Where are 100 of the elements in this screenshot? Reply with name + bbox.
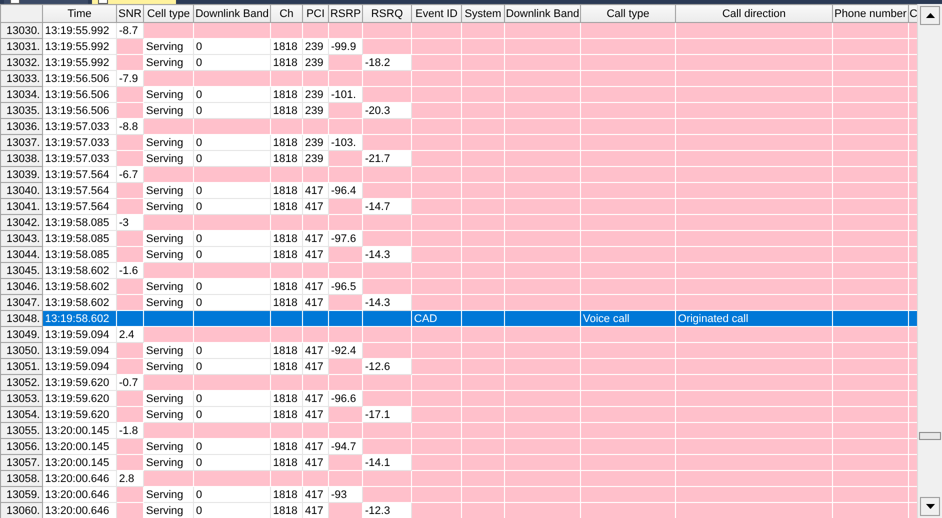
table-cell: 2.8: [116, 470, 144, 486]
table-cell: 13:19:58.085: [42, 214, 116, 230]
table-cell: 13:19:56.506: [42, 86, 116, 102]
table-cell: 1818: [270, 454, 302, 470]
table-row[interactable]: 13044. 13:19:58.085 Serving 0 1818 417 -14.3: [0, 246, 918, 262]
table-row[interactable]: 13047. 13:19:58.602 Serving 0 1818 417 -14.3: [0, 294, 918, 310]
table-cell: -12.3: [362, 502, 412, 518]
table-cell: Serving: [144, 86, 194, 102]
table-row[interactable]: 13046. 13:19:58.602 Serving 0 1818 417 -96.5: [0, 278, 918, 294]
column-header[interactable]: Phone number: [832, 4, 908, 22]
column-header[interactable]: System: [462, 4, 504, 22]
table-cell: -97.6: [328, 230, 362, 246]
table-cell: 13:20:00.646: [42, 502, 116, 518]
row-number: 13057.: [0, 454, 42, 470]
table-cell: 13:19:56.506: [42, 102, 116, 118]
table-cell: 1818: [270, 342, 302, 358]
table-cell: Serving: [144, 198, 194, 214]
table-cell: 1818: [270, 390, 302, 406]
row-number: 13033.: [0, 70, 42, 86]
table-cell: -14.7: [362, 198, 412, 214]
table-row[interactable]: 13042. 13:19:58.085 -3: [0, 214, 918, 230]
table-row[interactable]: 13033. 13:19:56.506 -7.9: [0, 70, 918, 86]
column-header[interactable]: Downlink Band: [194, 4, 270, 22]
table-row[interactable]: 13038. 13:19:57.033 Serving 0 1818 239 -21.7: [0, 150, 918, 166]
table-cell: 0: [194, 230, 270, 246]
table-cell: 13:19:57.033: [42, 134, 116, 150]
table-cell: -14.3: [362, 246, 412, 262]
scroll-thumb[interactable]: [919, 432, 941, 440]
table-row[interactable]: 13055. 13:20:00.145 -1.8: [0, 422, 918, 438]
table-cell: 13:19:57.564: [42, 198, 116, 214]
table-row[interactable]: 13049. 13:19:59.094 2.4: [0, 326, 918, 342]
table-row[interactable]: 13052. 13:19:59.620 -0.7: [0, 374, 918, 390]
table-row[interactable]: 13045. 13:19:58.602 -1.6: [0, 262, 918, 278]
column-header[interactable]: SNR: [116, 4, 144, 22]
row-number: 13048.: [0, 310, 42, 326]
scroll-down-icon[interactable]: [920, 497, 940, 516]
table-row[interactable]: 13053. 13:19:59.620 Serving 0 1818 417 -96.6: [0, 390, 918, 406]
column-header[interactable]: RSRP: [328, 4, 362, 22]
table-row[interactable]: 13056. 13:20:00.145 Serving 0 1818 417 -94.7: [0, 438, 918, 454]
column-header[interactable]: Downlink Band: [504, 4, 580, 22]
table-cell: 417: [302, 502, 328, 518]
table-cell: 0: [194, 406, 270, 422]
table-cell: Serving: [144, 454, 194, 470]
table-row[interactable]: 13040. 13:19:57.564 Serving 0 1818 417 -96.4: [0, 182, 918, 198]
table-cell: -8.7: [116, 22, 144, 38]
table-row[interactable]: 13051. 13:19:59.094 Serving 0 1818 417 -12.6: [0, 358, 918, 374]
column-header[interactable]: RSRQ: [362, 4, 412, 22]
table-cell: -96.5: [328, 278, 362, 294]
table-cell: 1818: [270, 486, 302, 502]
column-header[interactable]: Event ID: [412, 4, 462, 22]
table-row[interactable]: 13060. 13:20:00.646 Serving 0 1818 417 -12.3: [0, 502, 918, 518]
table-cell: -1.6: [116, 262, 144, 278]
table-cell: 13:20:00.145: [42, 454, 116, 470]
row-number: 13035.: [0, 102, 42, 118]
column-header[interactable]: PCI: [302, 4, 328, 22]
table-cell: Serving: [144, 150, 194, 166]
table-cell: 13:20:00.646: [42, 486, 116, 502]
column-header[interactable]: Ch: [270, 4, 302, 22]
table-cell: CAD: [412, 310, 462, 326]
column-header[interactable]: Cell type: [144, 4, 194, 22]
table-row[interactable]: 13036. 13:19:57.033 -8.8: [0, 118, 918, 134]
scrollbar[interactable]: [917, 4, 942, 518]
table-row[interactable]: 13030. 13:19:55.992 -8.7: [0, 22, 918, 38]
scroll-up-icon[interactable]: [920, 6, 940, 25]
table-cell: 417: [302, 278, 328, 294]
column-header[interactable]: Call type: [580, 4, 676, 22]
table-cell: Serving: [144, 278, 194, 294]
column-header[interactable]: Time: [42, 4, 116, 22]
table-row[interactable]: 13058. 13:20:00.646 2.8: [0, 470, 918, 486]
row-number: 13050.: [0, 342, 42, 358]
table-row[interactable]: 13032. 13:19:55.992 Serving 0 1818 239 -18.2: [0, 54, 918, 70]
table-row[interactable]: 13057. 13:20:00.145 Serving 0 1818 417 -14.1: [0, 454, 918, 470]
table-row[interactable]: 13031. 13:19:55.992 Serving 0 1818 239 -99.9: [0, 38, 918, 54]
table-cell: 1818: [270, 278, 302, 294]
table-cell: 0: [194, 294, 270, 310]
table-row[interactable]: 13037. 13:19:57.033 Serving 0 1818 239 -103.: [0, 134, 918, 150]
table-cell: 1818: [270, 54, 302, 70]
column-header[interactable]: Call direction: [676, 4, 832, 22]
table-cell: 1818: [270, 182, 302, 198]
table-cell: 13:19:56.506: [42, 70, 116, 86]
table-cell: 1818: [270, 230, 302, 246]
table-row[interactable]: 13041. 13:19:57.564 Serving 0 1818 417 -14.7: [0, 198, 918, 214]
table-row[interactable]: 13054. 13:19:59.620 Serving 0 1818 417 -17.1: [0, 406, 918, 422]
table-row[interactable]: 13034. 13:19:56.506 Serving 0 1818 239 -101.: [0, 86, 918, 102]
table-row[interactable]: 13059. 13:20:00.646 Serving 0 1818 417 -93: [0, 486, 918, 502]
row-number: 13030.: [0, 22, 42, 38]
table-row[interactable]: 13035. 13:19:56.506 Serving 0 1818 239 -20.3: [0, 102, 918, 118]
table-cell: 417: [302, 294, 328, 310]
table-row[interactable]: 13050. 13:19:59.094 Serving 0 1818 417 -92.4: [0, 342, 918, 358]
table-row[interactable]: 13048. 13:19:58.602 CAD Voice call Originated call: [0, 310, 918, 326]
table-row[interactable]: 13039. 13:19:57.564 -6.7: [0, 166, 918, 182]
table-cell: 13:19:57.033: [42, 118, 116, 134]
row-number: 13054.: [0, 406, 42, 422]
table-cell: 239: [302, 38, 328, 54]
table-cell: 0: [194, 38, 270, 54]
table-cell: 1818: [270, 198, 302, 214]
table-cell: 0: [194, 454, 270, 470]
row-number: 13040.: [0, 182, 42, 198]
table-row[interactable]: 13043. 13:19:58.085 Serving 0 1818 417 -97.6: [0, 230, 918, 246]
table-cell: 1818: [270, 502, 302, 518]
